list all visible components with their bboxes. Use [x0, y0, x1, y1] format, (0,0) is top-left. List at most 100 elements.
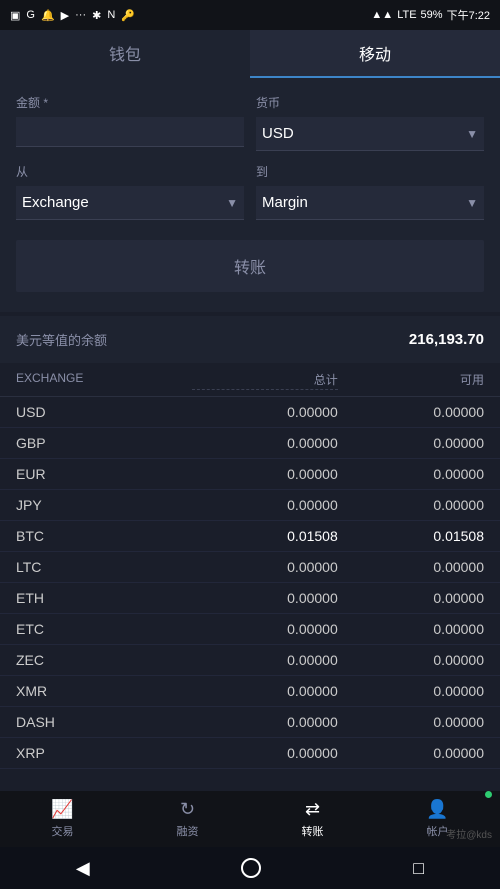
currency-group: 货币 USD ▼	[256, 94, 484, 151]
td-total: 0.00000	[192, 683, 338, 699]
td-total: 0.00000	[192, 435, 338, 451]
currency-arrow-icon: ▼	[466, 127, 478, 141]
signal-icon: ▲▲	[371, 9, 393, 21]
td-total: 0.00000	[192, 404, 338, 420]
nav-funding-label: 融资	[177, 823, 199, 839]
home-button[interactable]	[241, 858, 261, 878]
th-exchange: EXCHANGE	[16, 371, 192, 390]
td-available: 0.00000	[338, 435, 484, 451]
table-row: XMR0.000000.00000	[0, 676, 500, 707]
td-available: 0.00000	[338, 621, 484, 637]
trade-icon: 📈	[51, 799, 73, 820]
table-row: EUR0.000000.00000	[0, 459, 500, 490]
td-available: 0.00000	[338, 590, 484, 606]
td-currency: JPY	[16, 497, 192, 513]
time-label: 下午7:22	[447, 7, 490, 23]
td-currency: BTC	[16, 528, 192, 544]
currency-display[interactable]: USD ▼	[256, 117, 484, 150]
table-body: USD0.000000.00000GBP0.000000.00000EUR0.0…	[0, 397, 500, 769]
td-currency: LTC	[16, 559, 192, 575]
to-label: 到	[256, 163, 484, 180]
table-row: USD0.000000.00000	[0, 397, 500, 428]
recents-button[interactable]: □	[413, 858, 424, 879]
online-dot	[485, 791, 492, 798]
watermark: 考拉@kds	[446, 826, 492, 841]
td-total: 0.00000	[192, 497, 338, 513]
nav-account-label: 帐户	[427, 823, 449, 839]
battery-label: 59%	[421, 9, 443, 21]
td-currency: EUR	[16, 466, 192, 482]
form-row-1: 金额 * 货币 USD ▼	[16, 94, 484, 151]
td-total: 0.00000	[192, 745, 338, 761]
form-section: 金额 * 货币 USD ▼ 从 Exchange ▼ 到	[0, 78, 500, 312]
from-select[interactable]: Exchange ▼	[16, 186, 244, 220]
table-row: XRP0.000000.00000	[0, 738, 500, 769]
transfer-icon: ⇄	[305, 799, 320, 820]
td-total: 0.00000	[192, 652, 338, 668]
currency-label: 货币	[256, 94, 484, 111]
status-bar: ▣ G 🔔 ▶ ··· ✱ N 🔑 ▲▲ LTE 59% 下午7:22	[0, 0, 500, 30]
amount-input[interactable]	[16, 117, 244, 147]
key-icon: 🔑	[121, 9, 135, 22]
amount-group: 金额 *	[16, 94, 244, 151]
td-available: 0.00000	[338, 683, 484, 699]
notification-icon: 🔔	[41, 9, 55, 22]
nav-trade[interactable]: 📈 交易	[0, 791, 125, 847]
table-header: EXCHANGE 总计 可用	[0, 365, 500, 397]
td-currency: USD	[16, 404, 192, 420]
td-total: 0.00000	[192, 621, 338, 637]
currency-value: USD	[262, 125, 294, 142]
td-available: 0.00000	[338, 745, 484, 761]
balance-label: 美元等值的余额	[16, 330, 107, 349]
td-available: 0.00000	[338, 652, 484, 668]
td-total: 0.00000	[192, 559, 338, 575]
td-total: 0.01508	[192, 528, 338, 544]
td-currency: ETC	[16, 621, 192, 637]
nav-funding[interactable]: ↻ 融资	[125, 791, 250, 847]
td-available: 0.01508	[338, 528, 484, 544]
nav-transfer[interactable]: ⇄ 转账	[250, 791, 375, 847]
td-available: 0.00000	[338, 404, 484, 420]
currency-select[interactable]: USD ▼	[256, 117, 484, 151]
to-display[interactable]: Margin ▼	[256, 186, 484, 219]
td-currency: XMR	[16, 683, 192, 699]
from-group: 从 Exchange ▼	[16, 163, 244, 220]
play-icon: ▶	[61, 9, 69, 22]
app-icon-1: ▣	[10, 9, 20, 22]
td-available: 0.00000	[338, 714, 484, 730]
balance-section: 美元等值的余额 216,193.70	[0, 316, 500, 363]
amount-label: 金额 *	[16, 94, 244, 111]
bt-icon: ✱	[92, 9, 101, 22]
nav-transfer-label: 转账	[302, 823, 324, 839]
td-currency: DASH	[16, 714, 192, 730]
td-total: 0.00000	[192, 714, 338, 730]
from-label: 从	[16, 163, 244, 180]
td-total: 0.00000	[192, 466, 338, 482]
tab-mobile[interactable]: 移动	[250, 30, 500, 78]
table-row: ETH0.000000.00000	[0, 583, 500, 614]
system-nav: ◀ □	[0, 847, 500, 889]
from-value: Exchange	[22, 194, 89, 211]
lte-label: LTE	[397, 9, 416, 21]
to-select[interactable]: Margin ▼	[256, 186, 484, 220]
table-row: DASH0.000000.00000	[0, 707, 500, 738]
table-row: GBP0.000000.00000	[0, 428, 500, 459]
table-row: BTC0.015080.01508	[0, 521, 500, 552]
table-row: ZEC0.000000.00000	[0, 645, 500, 676]
back-button[interactable]: ◀	[76, 858, 90, 879]
table-row: JPY0.000000.00000	[0, 490, 500, 521]
td-available: 0.00000	[338, 559, 484, 575]
to-value: Margin	[262, 194, 308, 211]
table-row: LTC0.000000.00000	[0, 552, 500, 583]
funding-icon: ↻	[180, 799, 195, 820]
nav-trade-label: 交易	[52, 823, 74, 839]
td-available: 0.00000	[338, 497, 484, 513]
tab-wallet[interactable]: 钱包	[0, 30, 250, 78]
nfc-icon: N	[107, 9, 115, 21]
status-right-icons: ▲▲ LTE 59% 下午7:22	[371, 7, 490, 23]
to-group: 到 Margin ▼	[256, 163, 484, 220]
form-row-2: 从 Exchange ▼ 到 Margin ▼	[16, 163, 484, 220]
app-icon-2: G	[26, 9, 35, 21]
from-display[interactable]: Exchange ▼	[16, 186, 244, 219]
transfer-button[interactable]: 转账	[16, 240, 484, 292]
